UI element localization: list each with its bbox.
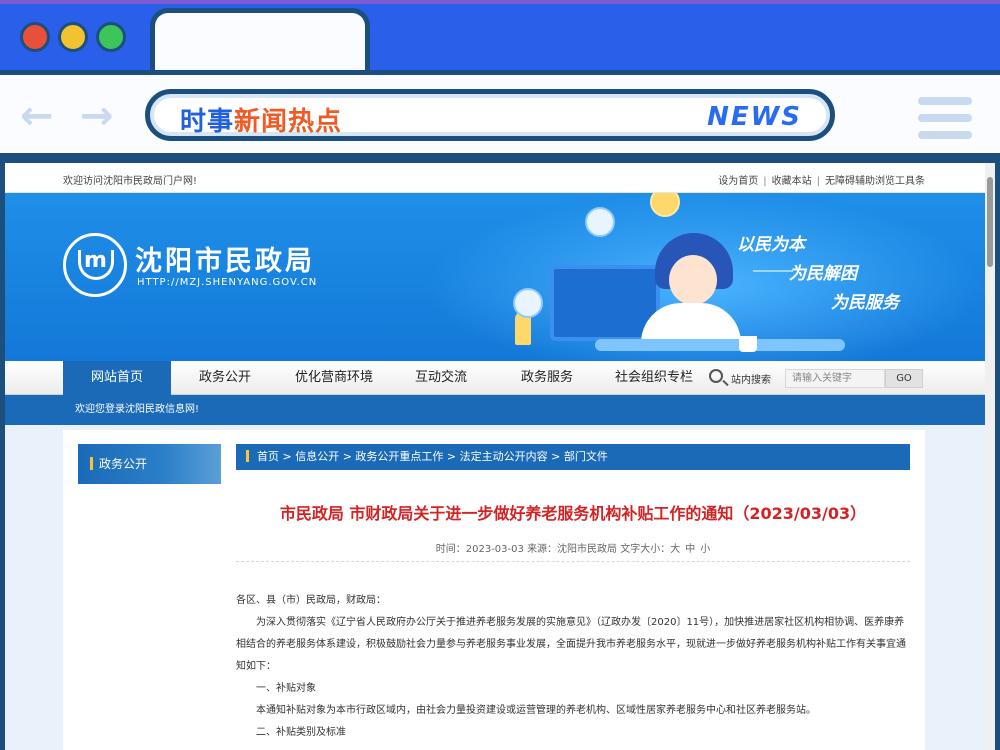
search-bubble-icon	[513, 288, 543, 318]
article-meta: 时间：2023-03-03 来源：沈阳市民政局 文字大小：大中小	[236, 540, 910, 562]
welcome-text: 欢迎访问沈阳市民政局门户网!	[63, 176, 198, 187]
nav-business-environment[interactable]: 优化营商环境	[279, 361, 389, 395]
pulse-line-icon	[753, 270, 793, 272]
article-section-heading: 一、补贴对象	[256, 683, 316, 694]
browser-toolbar: ← → 时事新闻热点 NEWS	[0, 70, 1000, 158]
login-welcome-bar: 欢迎您登录沈阳民政信息网!	[5, 395, 995, 425]
nav-home[interactable]: 网站首页	[63, 361, 171, 395]
nav-social-organizations[interactable]: 社会组织专栏	[601, 361, 707, 395]
search-go-button[interactable]: GO	[885, 369, 923, 388]
slogan-3: 为民服务	[831, 293, 899, 313]
article-body: 各区、县（市）民政局，财政局： 为深入贯彻落实《辽宁省人民政府办公厅关于推进养老…	[236, 590, 910, 744]
news-badge: NEWS	[707, 102, 802, 132]
nav-government-affairs[interactable]: 政务公开	[171, 361, 279, 395]
accessibility-toolbar-link[interactable]: 无障碍辅助浏览工具条	[825, 176, 925, 187]
hamburger-menu-icon	[918, 97, 972, 148]
slogan-2: 为民解困	[789, 264, 857, 284]
site-name: 沈阳市民政局	[135, 246, 315, 277]
article-paragraph: 为深入贯彻落实《辽宁省人民政府办公厅关于推进养老服务发展的实施意见》（辽政办发〔…	[236, 617, 906, 672]
content-panel: 政务公开 首页 > 信息公开 > 政务公开重点工作 > 法定主动公开内容 > 部…	[63, 430, 925, 750]
main-nav: 网站首页 政务公开 优化营商环境 互动交流 政务服务 社会组织专栏 站内搜索 G…	[5, 361, 995, 395]
article-salutation: 各区、县（市）民政局，财政局：	[236, 595, 386, 606]
window-controls	[20, 22, 126, 52]
font-size-large[interactable]: 大	[670, 544, 680, 555]
site-logo-icon[interactable]: m	[63, 233, 127, 297]
bookmark-link[interactable]: 收藏本站	[772, 176, 812, 187]
article-source: 来源：沈阳市民政局	[527, 544, 618, 555]
site-banner: m 沈阳市民政局 HTTP://MZJ.SHENYANG.GOV.CN 以民为本…	[5, 193, 995, 361]
top-strip: 欢迎访问沈阳市民政局门户网! 设为首页 | 收藏本站 | 无障碍辅助浏览工具条	[5, 163, 995, 193]
top-links: 设为首页 | 收藏本站 | 无障碍辅助浏览工具条	[718, 176, 925, 187]
frame-border	[0, 0, 1000, 4]
close-dot-icon	[20, 22, 50, 52]
header-title: 时事新闻热点	[180, 101, 342, 138]
nav-interaction[interactable]: 互动交流	[389, 361, 493, 395]
maximize-dot-icon	[96, 22, 126, 52]
nav-services[interactable]: 政务服务	[493, 361, 601, 395]
scrollbar-thumb[interactable]	[987, 177, 993, 267]
set-homepage-link[interactable]: 设为首页	[718, 176, 758, 187]
page-viewport: 欢迎访问沈阳市民政局门户网! 设为首页 | 收藏本站 | 无障碍辅助浏览工具条 m 沈阳…	[5, 163, 995, 750]
font-size-label: 文字大小：	[620, 544, 671, 555]
font-size-small[interactable]: 小	[700, 544, 710, 555]
browser-tab	[150, 8, 370, 78]
minimize-dot-icon	[58, 22, 88, 52]
header-title-part2: 新闻热点	[234, 107, 343, 137]
article-title: 市民政局 市财政局关于进一步做好养老服务机构补贴工作的通知（2023/03/03…	[279, 504, 867, 523]
article-paragraph: 本通知补贴对象为本市行政区域内，由社会力量投资建设或运营管理的养老机构、区域性居…	[256, 705, 816, 716]
sidebar-title[interactable]: 政务公开	[78, 444, 221, 484]
slogan-1: 以民为本	[737, 235, 805, 255]
header-title-part1: 时事	[180, 107, 235, 137]
address-bar: 时事新闻热点 NEWS	[145, 89, 835, 141]
shield-bubble-icon	[585, 207, 615, 237]
cup-illustration-icon	[739, 336, 757, 352]
search-label: 站内搜索	[731, 375, 771, 386]
search-input[interactable]	[785, 369, 885, 388]
breadcrumb: 首页 > 信息公开 > 政务公开重点工作 > 法定主动公开内容 > 部门文件	[236, 444, 910, 470]
site-url: HTTP://MZJ.SHENYANG.GOV.CN	[137, 277, 318, 288]
search-icon	[709, 369, 723, 383]
article-time: 时间：2023-03-03	[435, 544, 524, 555]
forward-arrow-icon: →	[80, 93, 114, 139]
vertical-scrollbar[interactable]	[985, 163, 995, 750]
article-section-heading: 二、补贴类别及标准	[256, 727, 346, 738]
font-size-medium[interactable]: 中	[685, 544, 695, 555]
back-arrow-icon: ←	[20, 93, 54, 139]
breadcrumb-text[interactable]: 首页 > 信息公开 > 政务公开重点工作 > 法定主动公开内容 > 部门文件	[257, 450, 608, 463]
